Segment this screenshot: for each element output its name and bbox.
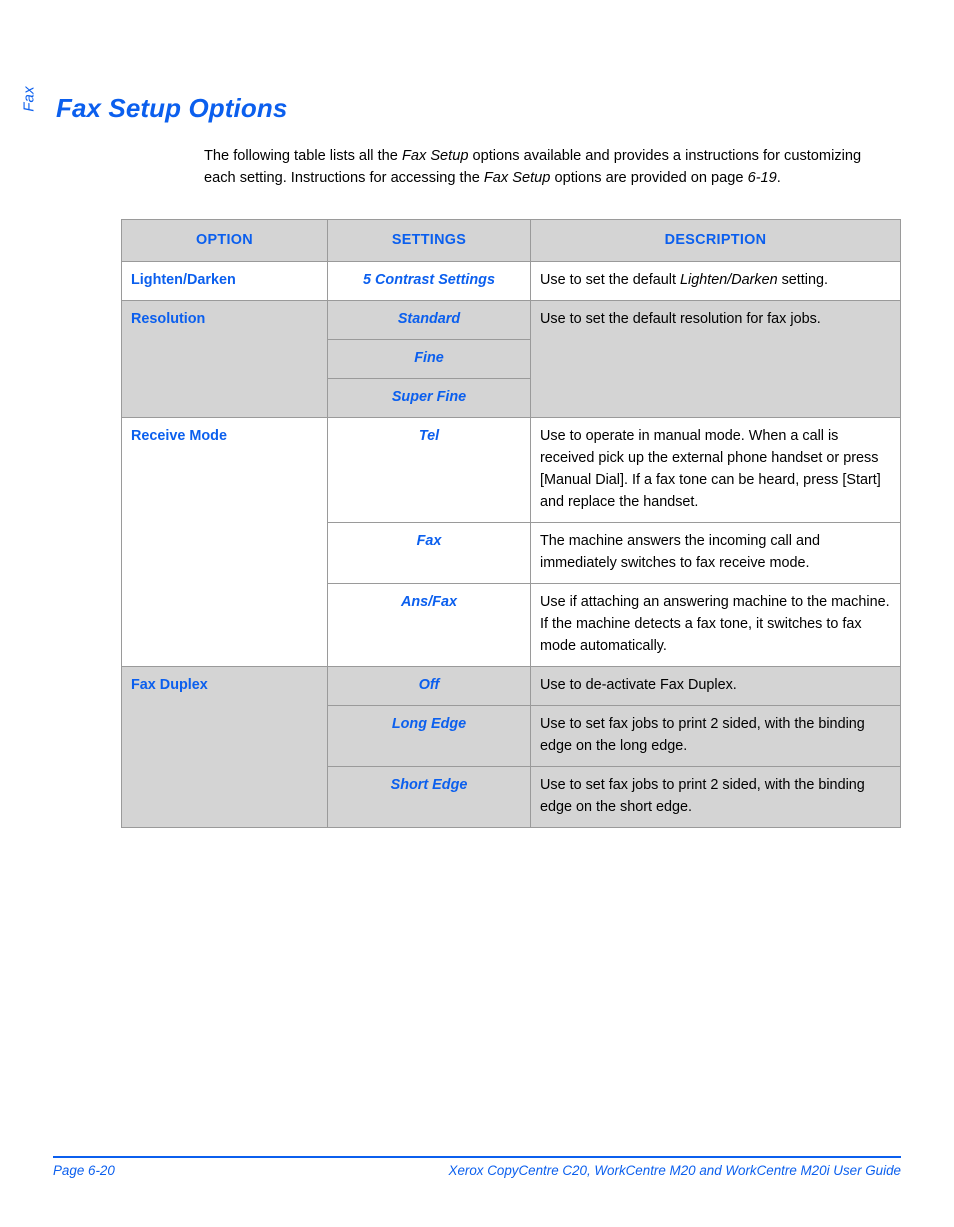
setting-cell-super-fine: Super Fine (327, 378, 531, 418)
table-header: OPTION SETTINGS DESCRIPTION (121, 219, 901, 262)
option-cell-fax-duplex: Fax Duplex (121, 666, 328, 828)
table-body: Lighten/Darken 5 Contrast Settings Use t… (121, 261, 901, 828)
description-cell-tel: Use to operate in manual mode. When a ca… (530, 417, 901, 523)
option-cell-lighten-darken: Lighten/Darken (121, 261, 328, 301)
setting-cell-tel: Tel (327, 417, 531, 523)
setting-cell-5-contrast-settings: 5 Contrast Settings (327, 261, 531, 301)
table-row: Resolution Standard Use to set the defau… (121, 300, 901, 418)
fax-setup-options-table: OPTION SETTINGS DESCRIPTION Lighten/Dark… (121, 219, 901, 828)
setting-cell-fine: Fine (327, 339, 531, 379)
intro-text-4: . (776, 170, 781, 187)
fax-setup-options-table-wrapper: OPTION SETTINGS DESCRIPTION Lighten/Dark… (121, 219, 901, 828)
intro-emphasis-3: 6-19 (747, 170, 777, 187)
table-header-row: OPTION SETTINGS DESCRIPTION (121, 219, 901, 262)
chapter-side-tab: Fax (16, 72, 42, 126)
intro-emphasis-1: Fax Setup (401, 147, 469, 164)
intro-paragraph: The following table lists all the Fax Se… (204, 145, 894, 190)
intro-text-1: The following table lists all the (204, 147, 402, 164)
description-cell-resolution: Use to set the default resolution for fa… (530, 300, 901, 418)
column-header-settings: SETTINGS (327, 219, 531, 262)
table-row: Receive Mode Tel Use to operate in manua… (121, 417, 901, 667)
setting-cell-off: Off (327, 666, 531, 706)
column-header-option: OPTION (121, 219, 328, 262)
description-cell-short-edge: Use to set fax jobs to print 2 sided, wi… (530, 766, 901, 828)
setting-cell-short-edge: Short Edge (327, 766, 531, 828)
page-title: Fax Setup Options (56, 93, 288, 124)
intro-text-3: options are provided on page (550, 170, 748, 187)
chapter-side-tab-label: Fax (20, 86, 38, 112)
setting-cell-ans-fax: Ans/Fax (327, 583, 531, 667)
description-cell-ans-fax: Use if attaching an answering machine to… (530, 583, 901, 667)
column-header-description: DESCRIPTION (530, 219, 901, 262)
option-cell-resolution: Resolution (121, 300, 328, 418)
setting-cell-long-edge: Long Edge (327, 705, 531, 767)
description-text-after: setting. (777, 272, 829, 288)
description-text-before: Use to set the default (540, 272, 680, 288)
description-cell-fax: The machine answers the incoming call an… (530, 522, 901, 584)
footer-divider (53, 1156, 901, 1158)
setting-cell-standard: Standard (327, 300, 531, 340)
description-cell-off: Use to de-activate Fax Duplex. (530, 666, 901, 706)
option-cell-receive-mode: Receive Mode (121, 417, 328, 667)
footer-guide-title: Xerox CopyCentre C20, WorkCentre M20 and… (448, 1163, 901, 1178)
setting-cell-fax: Fax (327, 522, 531, 584)
footer-page-number: Page 6-20 (53, 1163, 115, 1178)
description-cell-long-edge: Use to set fax jobs to print 2 sided, wi… (530, 705, 901, 767)
table-row: Fax Duplex Off Use to de-activate Fax Du… (121, 666, 901, 828)
description-emphasis: Lighten/Darken (680, 272, 778, 288)
intro-emphasis-2: Fax Setup (483, 170, 551, 187)
table-row: Lighten/Darken 5 Contrast Settings Use t… (121, 261, 901, 301)
description-cell-lighten-darken: Use to set the default Lighten/Darken se… (530, 261, 901, 301)
